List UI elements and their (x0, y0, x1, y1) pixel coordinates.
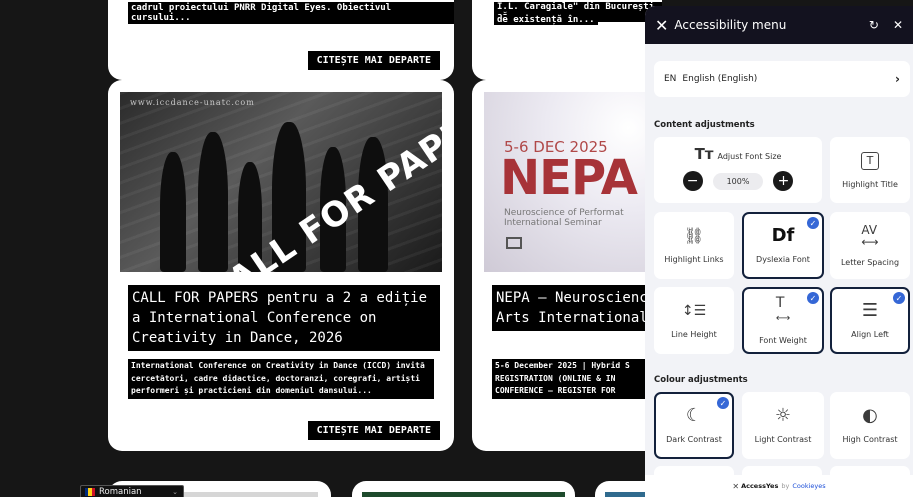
tile-label: Font Weight (759, 336, 807, 345)
image-subtitle: Neuroscience of Performat (504, 208, 624, 218)
text-size-icon: Tт (694, 145, 714, 163)
image-logo (506, 237, 522, 249)
tile-label: Light Contrast (754, 435, 812, 444)
highlight-title-tile[interactable]: T Highlight Title (830, 137, 910, 203)
accessibility-header: ✕ Accessibility menu ↻ ✕ (645, 6, 913, 44)
article-excerpt: 5-6 December 2025 | Hybrid S REGISTRATIO… (492, 359, 662, 399)
article-card-top-left: cadrul proiectului PNRR Digital Eyes. Ob… (108, 0, 454, 80)
high-contrast-tile[interactable]: ◐ High Contrast (830, 392, 910, 459)
font-size-controls: − 100% + (682, 171, 794, 191)
article-title[interactable]: CALL FOR PAPERS pentru a 2 a ediție a In… (128, 285, 440, 351)
font-size-header: Tт Adjust Font Size (695, 145, 782, 163)
increase-font-button[interactable]: + (773, 171, 794, 191)
font-size-label: Adjust Font Size (717, 152, 782, 161)
article-card-nepa: 5-6 DEC 2025 NEPA Neuroscience of Perfor… (472, 80, 662, 451)
article-title-text[interactable]: CALL FOR PAPERS pentru a 2 a ediție a In… (132, 290, 427, 346)
language-label: Romanian (99, 487, 142, 497)
letter-spacing-tile[interactable]: AV ⟷ Letter Spacing (830, 212, 910, 279)
silhouette (160, 152, 186, 272)
article-image[interactable]: 5-6 DEC 2025 NEPA Neuroscience of Perfor… (484, 92, 654, 272)
article-image[interactable]: www.iccdance-unatc.com CALL FOR PAPERS! (120, 92, 442, 272)
tile-label: Dyslexia Font (756, 255, 810, 264)
article-title-line[interactable]: NEPA – Neuroscience (496, 288, 662, 308)
footer-brand: AccessYes (741, 482, 779, 490)
article-image[interactable] (362, 492, 565, 497)
accessibility-panel: ✕ Accessibility menu ↻ ✕ EN English (Eng… (645, 6, 913, 497)
line-height-icon: ↕☰ (681, 303, 707, 319)
article-card-bottom-middle (352, 481, 575, 497)
font-weight-icon: T ⟷ (775, 295, 791, 324)
dyslexia-font-tile[interactable]: ✓ Df Dyslexia Font (742, 212, 824, 279)
align-left-icon: ☰ (861, 300, 879, 321)
read-more-button[interactable]: CITEȘTE MAI DEPARTE (307, 421, 440, 440)
tile-label: Highlight Links (664, 255, 724, 264)
section-title: Content adjustments (654, 120, 755, 130)
article-card-cfp: www.iccdance-unatc.com CALL FOR PAPERS! … (108, 80, 454, 451)
highlight-links-tile[interactable]: ⛓ Highlight Links (654, 212, 734, 279)
accessyes-logo-icon: ✕ (732, 481, 740, 491)
panel-footer: ✕ AccessYes by Cookieyes (645, 475, 913, 497)
read-more-button[interactable]: CITEȘTE MAI DEPARTE (307, 51, 440, 70)
link-icon: ⛓ (683, 226, 705, 245)
silhouette (198, 132, 228, 272)
highlight-title-icon: T (861, 151, 879, 170)
language-row[interactable]: EN English (English) › (654, 61, 910, 97)
font-weight-tile[interactable]: ✓ T ⟷ Font Weight (742, 287, 824, 354)
romanian-flag-icon (85, 488, 95, 496)
article-title[interactable]: NEPA – Neuroscience Arts International S… (492, 285, 662, 331)
article-image[interactable] (178, 492, 318, 497)
footer-by: by (781, 482, 790, 490)
excerpt-line: CONFERENCE – REGISTER FOR (495, 386, 616, 395)
tile-label: Line Height (671, 330, 717, 339)
tile-label: High Contrast (842, 435, 898, 444)
footer-vendor: Cookieyes (792, 482, 826, 490)
language-name: English (English) (682, 74, 758, 84)
language-code: EN (664, 74, 677, 84)
check-icon: ✓ (807, 292, 819, 304)
align-left-tile[interactable]: ✓ ☰ Align Left (830, 287, 910, 354)
check-icon: ✓ (717, 397, 729, 409)
article-title-line[interactable]: Arts International Se (496, 308, 662, 328)
close-icon[interactable]: ✕ (893, 18, 903, 32)
tile-label: Align Left (851, 330, 889, 339)
tile-label: Highlight Title (842, 179, 898, 189)
accessibility-title: Accessibility menu (674, 18, 787, 32)
moon-icon: ☾ (685, 405, 703, 426)
dark-contrast-tile[interactable]: ✓ ☾ Dark Contrast (654, 392, 734, 459)
reset-icon[interactable]: ↻ (869, 18, 879, 32)
contrast-icon: ◐ (862, 405, 878, 426)
font-size-tile: Tт Adjust Font Size − 100% + (654, 137, 822, 203)
font-size-value: 100% (712, 172, 764, 190)
excerpt-line: REGISTRATION (ONLINE & IN (495, 373, 616, 383)
accessibility-person-icon: ✕ (655, 15, 669, 35)
image-subtitle: International Seminar (504, 218, 602, 228)
letter-spacing-icon: AV ⟷ (861, 223, 879, 249)
line-height-tile[interactable]: ↕☰ Line Height (654, 287, 734, 354)
image-url-text: www.iccdance-unatc.com (130, 98, 255, 107)
light-contrast-tile[interactable]: ☼ Light Contrast (742, 392, 824, 459)
image-title: NEPA (500, 150, 638, 206)
check-icon: ✓ (807, 217, 819, 229)
dyslexia-font-icon: Df (771, 225, 795, 246)
tile-label: Letter Spacing (840, 258, 900, 267)
article-excerpt: cadrul proiectului PNRR Digital Eyes. Ob… (128, 2, 454, 24)
article-card-top-right: I.L. Caragiale" din București să de exis… (472, 0, 662, 80)
article-excerpt: International Conference on Creativity i… (128, 359, 434, 399)
sun-icon: ☼ (774, 405, 792, 426)
check-icon: ✓ (893, 292, 905, 304)
section-title: Colour adjustments (654, 375, 748, 385)
article-excerpt-line: de existență în... (494, 15, 598, 25)
tile-label: Dark Contrast (666, 435, 722, 444)
decrease-font-button[interactable]: − (682, 171, 703, 191)
chevron-down-icon: ⌄ (172, 488, 178, 496)
excerpt-line: 5-6 December 2025 | Hybrid S (495, 361, 630, 370)
language-selector[interactable]: Romanian ⌄ (80, 485, 184, 497)
chevron-right-icon: › (895, 72, 900, 86)
